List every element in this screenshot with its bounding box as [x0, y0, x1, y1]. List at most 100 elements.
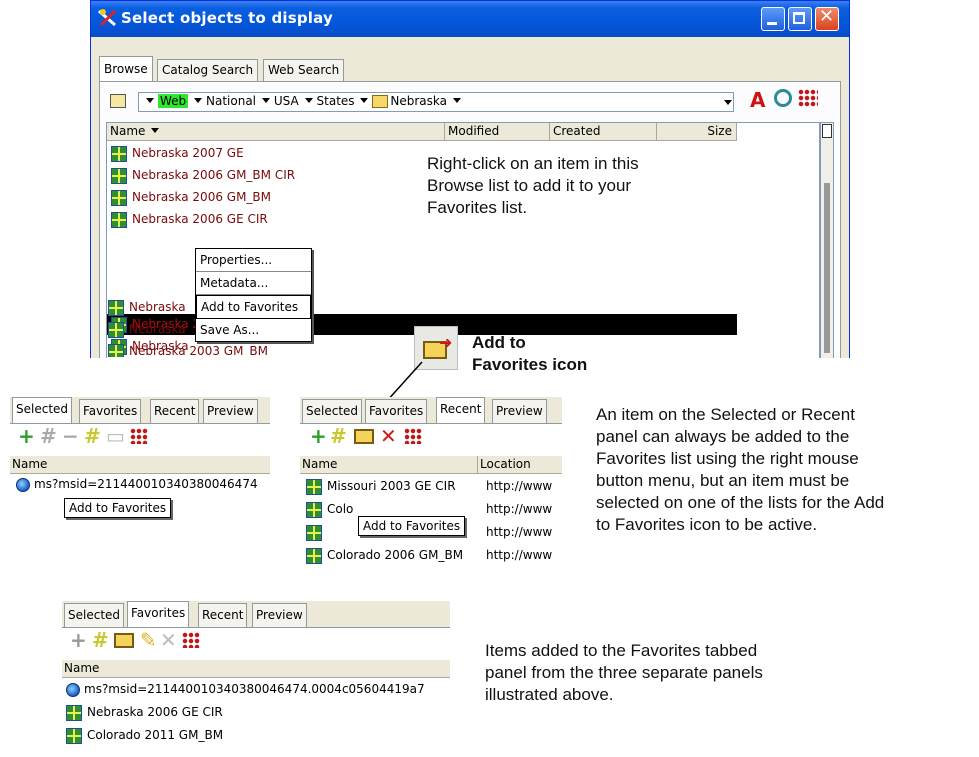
- scroll-thumb[interactable]: [824, 183, 830, 353]
- list-item[interactable]: Nebraska: [108, 297, 186, 318]
- column-location[interactable]: Location: [478, 456, 562, 474]
- crumb-usa[interactable]: USA: [274, 94, 299, 108]
- tab-preview[interactable]: Preview: [492, 399, 547, 423]
- edit-icon[interactable]: ✎: [140, 628, 157, 652]
- list-item[interactable]: Nebraska 2003 GM_BM: [108, 341, 268, 357]
- add-to-favorites-icon[interactable]: [114, 633, 134, 648]
- grid-view-icon[interactable]: [404, 428, 422, 444]
- maximize-icon: [793, 12, 805, 24]
- column-name[interactable]: Name: [62, 660, 450, 678]
- tab-web-search[interactable]: Web Search: [263, 59, 345, 81]
- menu-metadata[interactable]: Metadata...: [196, 272, 311, 295]
- minimize-button[interactable]: [761, 7, 785, 31]
- raster-icon: [108, 299, 124, 316]
- tab-browse[interactable]: Browse: [99, 56, 153, 82]
- add-all-icon: #: [40, 424, 57, 448]
- crumb-national[interactable]: National: [206, 94, 256, 108]
- favorites-note: Items added to the Favorites tabbed pane…: [485, 641, 763, 704]
- add-layer-icon[interactable]: #: [84, 424, 101, 448]
- context-menu: Properties... Metadata... Add to Favorit…: [195, 248, 312, 342]
- list-item[interactable]: [306, 522, 327, 543]
- refresh-icon[interactable]: [774, 89, 792, 107]
- tab-recent[interactable]: Recent: [436, 397, 486, 424]
- scroll-up-icon[interactable]: [822, 124, 832, 138]
- column-name[interactable]: Name: [300, 456, 478, 474]
- location-cell: http://www: [486, 525, 553, 539]
- raster-icon: [111, 189, 127, 206]
- column-name[interactable]: Name: [107, 123, 445, 141]
- list-item[interactable]: Colorado 2006 GM_BM: [306, 545, 463, 566]
- favorites-panel-body: + # ✎ ✕ Name ms?msid=2114400103403800464…: [62, 627, 450, 747]
- menu-save-as[interactable]: Save As...: [196, 319, 311, 341]
- tab-selected[interactable]: Selected: [64, 603, 125, 627]
- column-size[interactable]: Size: [657, 123, 737, 141]
- add-layer-icon[interactable]: A: [750, 88, 765, 112]
- raster-icon: [111, 211, 127, 228]
- add-icon[interactable]: +: [18, 424, 35, 448]
- tab-preview[interactable]: Preview: [252, 603, 307, 627]
- menu-add-to-favorites[interactable]: Add to Favorites: [196, 295, 311, 319]
- raster-icon: [66, 727, 82, 744]
- raster-icon: [66, 704, 82, 721]
- browse-note: Right-click on an item in this Browse li…: [427, 154, 639, 217]
- location-cell: http://www: [486, 548, 553, 562]
- column-modified[interactable]: Modified: [445, 123, 550, 141]
- close-button[interactable]: ✕: [815, 6, 839, 31]
- app-icon: [98, 9, 117, 27]
- title-bar[interactable]: Select objects to display ✕: [91, 1, 849, 37]
- list-item[interactable]: Nebraska 2006 GE CIR: [111, 209, 268, 230]
- list-item[interactable]: Missouri 2003 GE CIR: [306, 476, 456, 497]
- path-breadcrumb: Web National USA States Nebraska: [144, 94, 465, 108]
- list-item[interactable]: Nebraska 2006 GM_BM: [111, 187, 271, 208]
- list-item[interactable]: ms?msid=211440010340380046474.0004c05604…: [66, 679, 425, 700]
- crumb-nebraska[interactable]: Nebraska: [390, 94, 447, 108]
- raster-icon: [306, 478, 322, 495]
- crumb-web[interactable]: Web: [158, 94, 189, 108]
- column-created[interactable]: Created: [550, 123, 657, 141]
- column-name[interactable]: Name: [10, 456, 270, 474]
- list-item[interactable]: Nebraska 2006 GM_BM CIR: [111, 165, 295, 186]
- menu-properties[interactable]: Properties...: [196, 249, 311, 272]
- raster-icon: [306, 501, 322, 518]
- tab-selected[interactable]: Selected: [302, 399, 363, 423]
- add-to-favorites-icon[interactable]: [354, 429, 374, 444]
- list-item[interactable]: Colo: [306, 499, 353, 520]
- tab-favorites[interactable]: Favorites: [79, 399, 142, 423]
- icon-label: Add to Favorites icon: [472, 333, 588, 374]
- add-all-icon[interactable]: #: [92, 628, 109, 652]
- list-item[interactable]: Nebraska 2006 GE CIR: [66, 702, 223, 723]
- grid-view-icon[interactable]: [130, 428, 148, 444]
- add-all-icon[interactable]: #: [330, 424, 347, 448]
- location-cell: http://www: [486, 479, 553, 493]
- recent-panel-body: + # ✕ Name Location Missouri 2003 GE CIR…: [300, 423, 562, 567]
- add-icon[interactable]: +: [310, 424, 327, 448]
- tab-favorites[interactable]: Favorites: [127, 601, 190, 628]
- window-title: Select objects to display: [121, 9, 333, 27]
- grid-view-icon[interactable]: [182, 632, 200, 648]
- tab-favorites[interactable]: Favorites: [365, 399, 428, 423]
- tab-selected[interactable]: Selected: [12, 397, 73, 424]
- tab-catalog-search[interactable]: Catalog Search: [157, 59, 259, 81]
- folder-icon: [372, 95, 389, 108]
- panel-note: An item on the Selected or Recent panel …: [596, 405, 885, 534]
- delete-icon: ✕: [160, 628, 177, 652]
- path-dropdown-button[interactable]: [722, 96, 736, 110]
- raster-icon: [111, 145, 127, 162]
- list-item[interactable]: Nebraska 2007 GE: [111, 143, 244, 164]
- tab-preview[interactable]: Preview: [203, 399, 258, 423]
- globe-icon: [66, 682, 80, 697]
- delete-icon[interactable]: ✕: [380, 424, 397, 448]
- tab-recent[interactable]: Recent: [150, 399, 200, 423]
- grid-view-icon[interactable]: [798, 89, 818, 107]
- maximize-button[interactable]: [788, 7, 812, 31]
- crumb-states[interactable]: States: [317, 94, 355, 108]
- add-to-favorites-popup[interactable]: Add to Favorites: [358, 516, 466, 536]
- list-item[interactable]: Nebraska: [108, 319, 186, 340]
- tab-recent[interactable]: Recent: [198, 603, 248, 627]
- up-folder-icon[interactable]: [110, 94, 126, 108]
- vertical-scrollbar[interactable]: [820, 122, 834, 358]
- minimize-icon: [767, 22, 777, 25]
- list-item[interactable]: ms?msid=211440010340380046474: [16, 474, 258, 495]
- list-item[interactable]: Colorado 2011 GM_BM: [66, 725, 223, 746]
- add-to-favorites-popup[interactable]: Add to Favorites: [64, 498, 172, 518]
